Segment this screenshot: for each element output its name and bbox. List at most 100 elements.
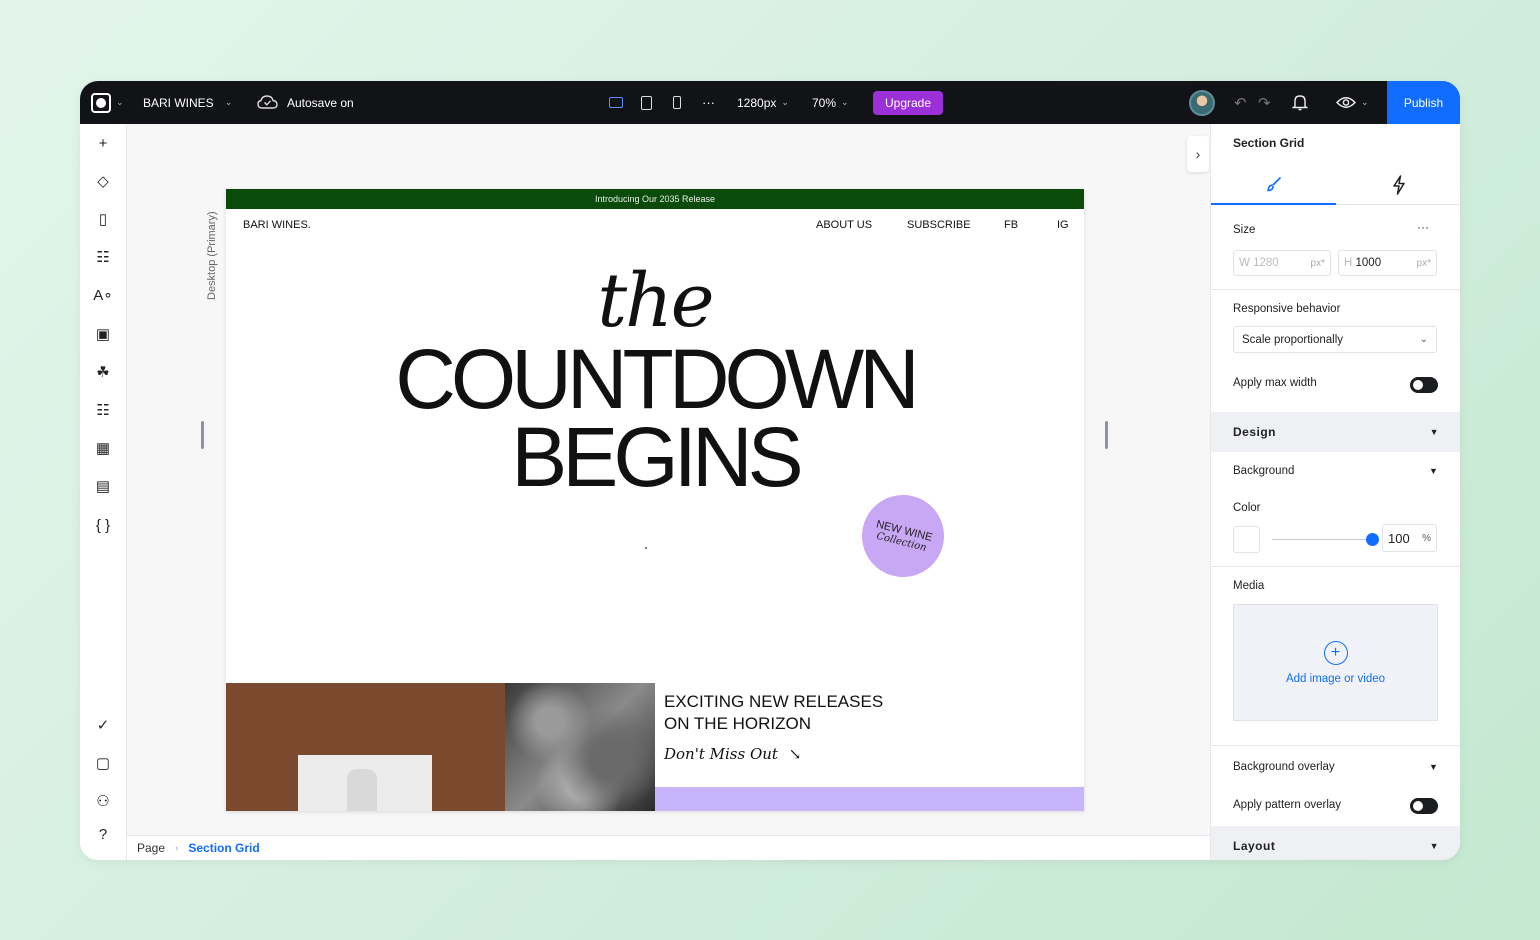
help-icon[interactable]: ? bbox=[93, 824, 113, 844]
bottle-image bbox=[298, 755, 432, 811]
overlay-toggle-icon[interactable]: ▼ bbox=[1429, 762, 1438, 772]
app-market-icon[interactable]: ▦ bbox=[93, 438, 113, 458]
color-label: Color bbox=[1233, 502, 1261, 514]
opacity-slider-handle[interactable] bbox=[1366, 533, 1379, 546]
site-brand[interactable]: BARI WINES. bbox=[243, 219, 311, 231]
wine-image-block[interactable] bbox=[226, 683, 505, 811]
hero-the[interactable]: the bbox=[226, 261, 1084, 341]
sitemap-icon[interactable]: ☷ bbox=[93, 247, 113, 267]
width-unit: px* bbox=[1310, 257, 1325, 269]
text-theme-icon[interactable]: A∘ bbox=[93, 285, 113, 305]
more-breakpoints-button[interactable]: ··· bbox=[702, 81, 715, 124]
undo-button[interactable]: ↶ bbox=[1234, 81, 1247, 124]
panel-title: Section Grid bbox=[1233, 136, 1305, 150]
add-media-label: Add image or video bbox=[1285, 672, 1386, 685]
mobile-view-button[interactable] bbox=[673, 81, 681, 124]
notifications-button[interactable] bbox=[1292, 81, 1308, 124]
lavender-strip bbox=[655, 787, 1084, 811]
more-icon: ··· bbox=[702, 95, 715, 110]
logo-menu[interactable]: ⌄ bbox=[91, 81, 124, 124]
grapes-photo[interactable] bbox=[505, 683, 655, 811]
site-preview[interactable]: Introducing Our 2035 Release BARI WINES.… bbox=[226, 189, 1084, 811]
expand-panel-button[interactable]: › bbox=[1187, 136, 1209, 172]
hero-line-2[interactable]: BEGINS bbox=[226, 415, 1084, 499]
max-width-toggle[interactable] bbox=[1410, 377, 1438, 393]
layers-icon[interactable]: ◇ bbox=[93, 171, 113, 191]
chevron-down-icon: ⌄ bbox=[1419, 334, 1428, 345]
apps-icon[interactable]: ☷ bbox=[93, 400, 113, 420]
pattern-toggle[interactable] bbox=[1410, 798, 1438, 814]
banner-text: Introducing Our 2035 Release bbox=[594, 194, 716, 204]
caret-down-icon: ▼ bbox=[1429, 841, 1439, 851]
breakpoint-label: Desktop (Primary) bbox=[206, 211, 218, 300]
add-media-dropzone[interactable]: + Add image or video bbox=[1233, 604, 1438, 721]
color-swatch[interactable] bbox=[1233, 526, 1260, 553]
editor-canvas[interactable]: Desktop (Primary) › Introducing Our 2035… bbox=[127, 124, 1210, 835]
opacity-slider-track[interactable] bbox=[1272, 539, 1372, 540]
height-field[interactable]: H 1000 px* bbox=[1338, 250, 1437, 276]
tablet-view-button[interactable] bbox=[641, 81, 652, 124]
canvas-dot bbox=[645, 547, 647, 549]
chevron-right-icon: › bbox=[1195, 146, 1201, 162]
media-label: Media bbox=[1233, 580, 1265, 592]
left-resize-handle[interactable] bbox=[201, 421, 204, 449]
new-wine-badge[interactable]: NEW WINE Collection bbox=[853, 486, 953, 586]
brush-icon bbox=[1266, 176, 1281, 191]
community-icon[interactable]: ⚇ bbox=[93, 791, 113, 811]
breadcrumb: Page › Section Grid bbox=[127, 835, 1210, 860]
responsive-label: Responsive behavior bbox=[1233, 303, 1341, 315]
design-tab[interactable] bbox=[1211, 164, 1336, 205]
design-label: Design bbox=[1233, 425, 1277, 439]
background-toggle-icon[interactable]: ▼ bbox=[1429, 466, 1438, 476]
desktop-view-button[interactable] bbox=[609, 81, 623, 124]
site-menu[interactable]: BARI WINES ⌄ bbox=[143, 81, 232, 124]
components-icon[interactable]: ☘ bbox=[93, 362, 113, 382]
breakpoint-dropdown[interactable]: 1280px ⌄ bbox=[737, 81, 789, 124]
caret-down-icon: ▼ bbox=[1429, 427, 1439, 437]
chevron-down-icon: ⌄ bbox=[781, 97, 789, 107]
editor-window: ⌄ BARI WINES ⌄ Autosave on ··· 1280px ⌄ … bbox=[80, 81, 1460, 860]
breadcrumb-current[interactable]: Section Grid bbox=[188, 841, 259, 855]
redo-button[interactable]: ↷ bbox=[1258, 81, 1271, 124]
cta-text: Don't Miss Out bbox=[664, 745, 778, 763]
add-icon[interactable]: + bbox=[93, 133, 113, 153]
account-avatar[interactable] bbox=[1189, 81, 1215, 124]
releases-line-1: EXCITING NEW RELEASES bbox=[664, 692, 884, 711]
background-label: Background bbox=[1233, 465, 1295, 477]
layout-section-header[interactable]: Layout ▼ bbox=[1211, 826, 1460, 860]
tablet-icon bbox=[641, 95, 652, 110]
height-prefix: H bbox=[1344, 257, 1353, 269]
eye-icon bbox=[1336, 97, 1356, 108]
checklist-icon[interactable]: ✓ bbox=[93, 715, 113, 735]
pages-icon[interactable]: ▯ bbox=[93, 209, 113, 229]
right-resize-handle[interactable] bbox=[1105, 421, 1108, 449]
nav-fb[interactable]: FB bbox=[1004, 219, 1018, 231]
announcement-banner[interactable]: Introducing Our 2035 Release bbox=[226, 189, 1084, 209]
preview-menu[interactable]: ⌄ bbox=[1336, 81, 1369, 124]
nav-ig[interactable]: IG bbox=[1057, 219, 1069, 231]
media-icon[interactable]: ▣ bbox=[93, 324, 113, 344]
interactions-tab[interactable] bbox=[1336, 164, 1460, 205]
comments-icon[interactable]: ▢ bbox=[93, 753, 113, 773]
height-unit: px* bbox=[1416, 257, 1431, 269]
code-icon[interactable]: { } bbox=[93, 515, 113, 535]
cta-link[interactable]: Don't Miss Out ↘ bbox=[664, 745, 801, 763]
releases-heading[interactable]: EXCITING NEW RELEASES ON THE HORIZON bbox=[664, 691, 883, 735]
size-more-button[interactable]: ··· bbox=[1417, 220, 1429, 234]
left-toolbar: + ◇ ▯ ☷ A∘ ▣ ☘ ☷ ▦ ▤ { } ✓ ▢ ⚇? bbox=[80, 124, 127, 860]
publish-button[interactable]: Publish bbox=[1387, 81, 1460, 124]
width-field[interactable]: W 1280 px* bbox=[1233, 250, 1331, 276]
responsive-dropdown[interactable]: Scale proportionally ⌄ bbox=[1233, 326, 1437, 353]
autosave-status[interactable]: Autosave on bbox=[257, 81, 354, 124]
redo-icon: ↷ bbox=[1258, 94, 1271, 112]
table-icon[interactable]: ▤ bbox=[93, 476, 113, 496]
nav-about[interactable]: ABOUT US bbox=[816, 219, 872, 231]
hero-line-1[interactable]: COUNTDOWN bbox=[226, 337, 1084, 421]
opacity-field[interactable]: 100 % bbox=[1382, 524, 1437, 552]
nav-subscribe[interactable]: SUBSCRIBE bbox=[907, 219, 971, 231]
chevron-down-icon: ⌄ bbox=[841, 97, 849, 107]
upgrade-button[interactable]: Upgrade bbox=[873, 90, 944, 115]
breadcrumb-page[interactable]: Page bbox=[137, 841, 165, 855]
zoom-dropdown[interactable]: 70% ⌄ bbox=[812, 81, 849, 124]
design-section-header[interactable]: Design ▼ bbox=[1211, 412, 1460, 452]
